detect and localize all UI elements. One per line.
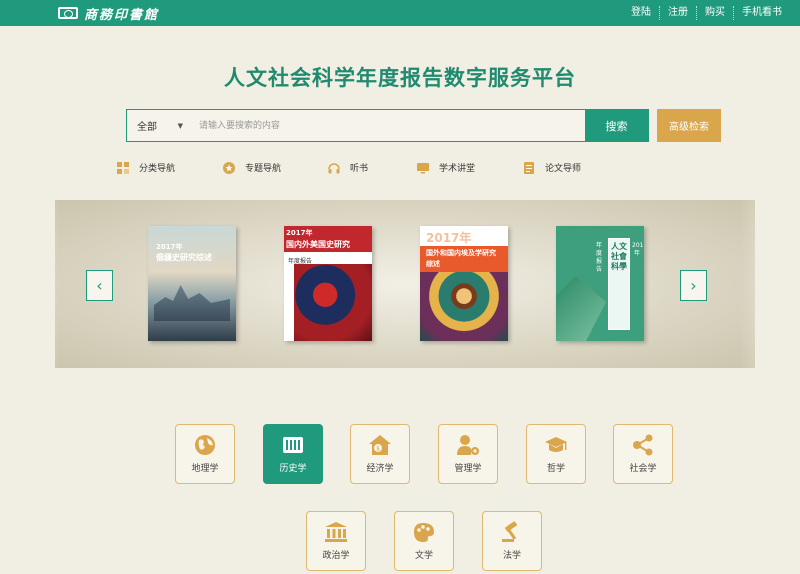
nav-lecture[interactable]: 学术讲堂 [417, 161, 475, 174]
book-year: 2017年 [632, 242, 644, 257]
network-icon [633, 434, 653, 456]
mobile-read-link[interactable]: 手机看书 [733, 6, 790, 20]
nav-category[interactable]: 分类导航 [117, 161, 175, 174]
carousel-fade-right [740, 200, 800, 368]
buy-link[interactable]: 购买 [696, 6, 733, 20]
book-subtitle: 年度报告 [595, 242, 602, 273]
cover-illustration [154, 285, 230, 321]
search-scope-value: 全部 [137, 122, 157, 133]
globe-icon [195, 435, 215, 455]
subject-history[interactable]: 历史学 [263, 424, 323, 484]
svg-text:$: $ [376, 446, 380, 453]
book-cover-2[interactable]: 2017年 国内外美国史研究 年度报告 [284, 226, 372, 341]
grid-icon [117, 161, 129, 174]
carousel-next-button[interactable]: › [680, 270, 707, 301]
house-money-icon: $ [369, 435, 391, 455]
headphone-icon [328, 162, 340, 173]
book-title: 俄疆史研究综述 [156, 253, 212, 262]
cover-illustration [420, 272, 508, 341]
carousel-fade-left [0, 200, 60, 368]
search-button[interactable]: 搜索 [585, 110, 648, 141]
top-bar: 商務印書館 登陆 注册 购买 手机看书 [0, 0, 800, 26]
subject-label: 历史学 [279, 464, 307, 474]
book-cover-4[interactable]: 人文社會科學 年度报告 2017年 [556, 226, 644, 341]
chevron-left-icon: ‹ [96, 276, 103, 295]
nav-mentor-label: 论文导师 [545, 164, 582, 174]
screen-icon [417, 162, 429, 173]
book-year: 2017年 [426, 231, 472, 245]
nav-audiobook-label: 听书 [350, 164, 369, 174]
book-year: 2017年 [156, 243, 183, 251]
subject-philosophy[interactable]: 哲学 [526, 424, 586, 484]
book-year: 2017年 [286, 229, 313, 237]
subject-geography[interactable]: 地理学 [175, 424, 235, 484]
subject-label: 文学 [414, 551, 433, 561]
subject-label: 哲学 [546, 464, 565, 474]
subject-label: 法学 [502, 551, 521, 561]
nav-mentor[interactable]: 论文导师 [523, 161, 581, 174]
quick-nav: 分类导航 专题导航 听书 学术讲堂 论文导师 [117, 161, 637, 177]
top-links: 登陆 注册 购买 手机看书 [623, 0, 790, 26]
register-link[interactable]: 注册 [659, 6, 696, 20]
book-title: 国外和国内埃及学研究综述 [426, 249, 496, 268]
subject-management[interactable]: 管理学 [438, 424, 498, 484]
government-icon [325, 522, 347, 542]
carousel-prev-button[interactable]: ‹ [86, 270, 113, 301]
subject-law[interactable]: 法学 [482, 511, 542, 571]
cover-illustration [556, 276, 606, 341]
subject-label: 管理学 [454, 464, 482, 474]
nav-lecture-label: 学术讲堂 [439, 164, 476, 174]
cover-illustration [294, 264, 372, 341]
graduation-cap-icon [545, 437, 567, 452]
book-cover-1[interactable]: 2017年 俄疆史研究综述 [148, 226, 236, 341]
gavel-icon [502, 521, 517, 542]
document-icon [524, 161, 534, 174]
subject-label: 政治学 [322, 551, 350, 561]
book-cover-3[interactable]: 2017年 国外和国内埃及学研究综述 [420, 226, 508, 341]
site-logo[interactable]: 商務印書館 [58, 5, 160, 23]
logo-text: 商務印書館 [84, 7, 160, 23]
page-title: 人文社会科学年度报告数字服务平台 [224, 66, 576, 90]
search-input[interactable] [193, 110, 585, 141]
chevron-right-icon: › [690, 276, 697, 295]
book-title: 人文社會科學 [611, 242, 627, 271]
nav-audiobook[interactable]: 听书 [328, 161, 368, 174]
person-gear-icon [457, 435, 479, 455]
caret-down-icon: ▼ [177, 121, 183, 130]
logo-icon [58, 7, 78, 19]
subject-label: 经济学 [366, 464, 394, 474]
subject-literature[interactable]: 文学 [394, 511, 454, 571]
subject-economics[interactable]: $ 经济学 [350, 424, 410, 484]
subject-label: 地理学 [191, 464, 219, 474]
subject-label: 社会学 [629, 464, 657, 474]
star-icon [223, 161, 235, 174]
advanced-search-button[interactable]: 高级检索 [657, 109, 721, 142]
search-scope-select[interactable]: 全部 ▼ [127, 110, 193, 141]
subject-sociology[interactable]: 社会学 [613, 424, 673, 484]
palette-icon [414, 523, 434, 542]
subject-politics[interactable]: 政治学 [306, 511, 366, 571]
search-bar: 全部 ▼ 搜索 [126, 109, 649, 142]
nav-topic[interactable]: 专题导航 [223, 161, 281, 174]
nav-category-label: 分类导航 [139, 164, 176, 174]
nav-topic-label: 专题导航 [245, 164, 282, 174]
login-link[interactable]: 登陆 [623, 6, 659, 20]
history-icon [283, 437, 303, 453]
book-title: 国内外美国史研究 [286, 240, 350, 249]
